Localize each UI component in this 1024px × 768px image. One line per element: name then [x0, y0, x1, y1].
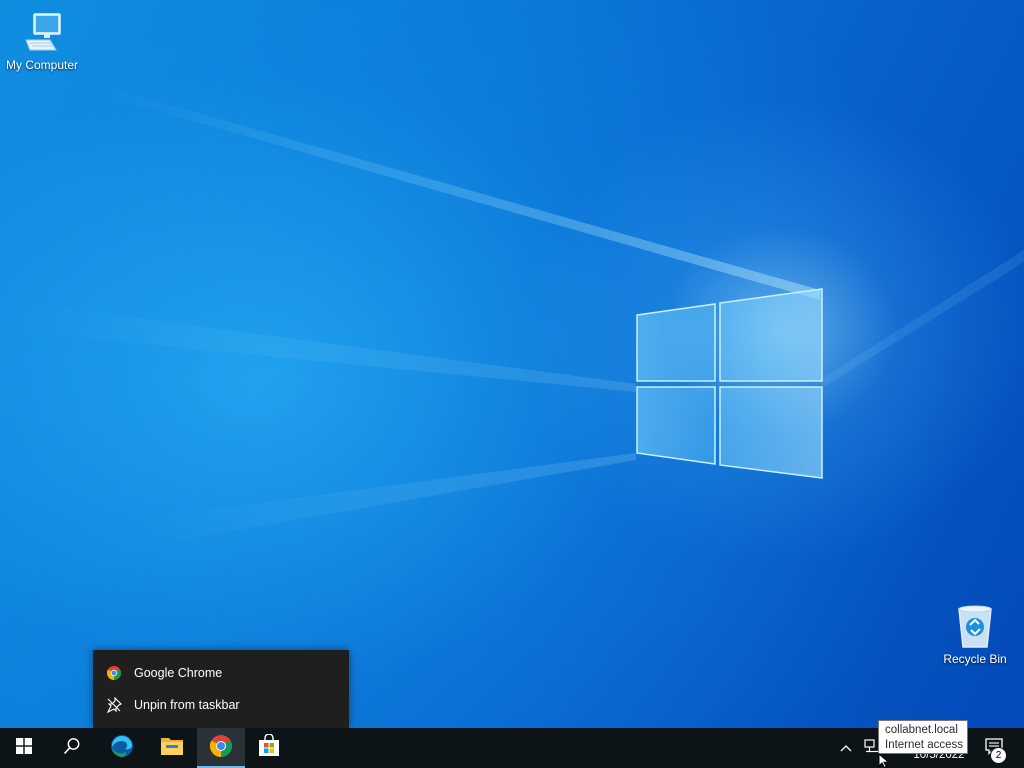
- search-button[interactable]: [48, 728, 96, 768]
- chrome-icon: [106, 665, 122, 681]
- taskbar-chrome-button[interactable]: [197, 728, 245, 768]
- desktop-icon-label: Recycle Bin: [943, 652, 1007, 666]
- taskbar-store-button[interactable]: [245, 728, 293, 768]
- jumplist-app-label: Google Chrome: [134, 666, 223, 680]
- desktop-icon-recycle-bin[interactable]: Recycle Bin: [933, 602, 1017, 666]
- taskbar: [0, 728, 1024, 768]
- windows-logo-icon: [16, 737, 32, 759]
- store-icon: [257, 732, 281, 763]
- recycle-bin-icon: [951, 602, 999, 650]
- notification-count-badge: 2: [990, 747, 1007, 764]
- taskbar-edge-button[interactable]: [98, 728, 146, 768]
- chrome-jump-list: Google Chrome Unpin from taskbar: [93, 650, 349, 728]
- unpin-icon: [106, 697, 122, 713]
- chevron-up-icon: [840, 739, 852, 757]
- network-tooltip: collabnet.local Internet access: [878, 720, 968, 754]
- file-explorer-icon: [160, 735, 184, 762]
- jumplist-item-open-app[interactable]: Google Chrome: [93, 658, 349, 688]
- chrome-icon: [209, 734, 233, 763]
- mouse-cursor-icon: [878, 753, 890, 768]
- jumplist-item-unpin[interactable]: Unpin from taskbar: [93, 690, 349, 720]
- tooltip-network-status: Internet access: [885, 739, 963, 751]
- tooltip-network-name: collabnet.local: [885, 724, 958, 736]
- desktop-icon-label: My Computer: [5, 58, 79, 72]
- start-button[interactable]: [0, 728, 48, 768]
- desktop[interactable]: My Computer Recycle Bin: [0, 0, 1024, 728]
- edge-icon: [110, 734, 134, 763]
- taskbar-file-explorer-button[interactable]: [148, 728, 196, 768]
- computer-icon: [18, 8, 66, 56]
- search-icon: [63, 737, 81, 760]
- windows-wallpaper: [0, 85, 1024, 540]
- desktop-icon-my-computer[interactable]: My Computer: [0, 8, 84, 72]
- show-hidden-icons-button[interactable]: [834, 728, 858, 768]
- jumplist-unpin-label: Unpin from taskbar: [134, 698, 240, 712]
